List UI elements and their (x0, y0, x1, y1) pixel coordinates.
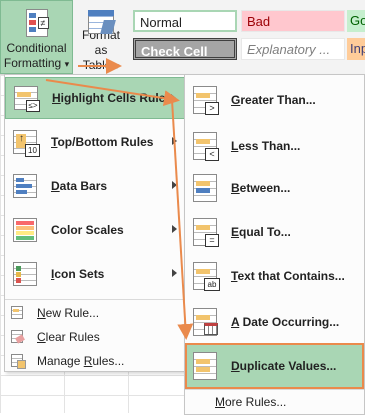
submenu-item-key: A (231, 315, 240, 329)
manage-rules-icon (11, 354, 26, 369)
color-scales-icon (13, 216, 39, 244)
conditional-formatting-button[interactable]: ≠ Conditional Formatting ▾ (0, 0, 73, 74)
between-icon (193, 172, 219, 204)
duplicate-values-icon (193, 350, 219, 382)
submenu-item-less-than[interactable]: < Less Than... (185, 123, 364, 169)
submenu-item-between[interactable]: Between... (185, 165, 364, 211)
menu-item-key: D (51, 179, 60, 193)
style-check-cell[interactable]: Check Cell (133, 38, 237, 60)
submenu-item-label: Date Occurring... (239, 315, 340, 329)
data-bars-icon (13, 172, 39, 200)
style-normal[interactable]: Normal (133, 10, 237, 32)
submenu-item-label: reater Than... (240, 93, 316, 107)
submenu-item-more-rules[interactable]: More Rules... (185, 391, 364, 413)
chevron-down-icon: ▾ (64, 59, 70, 69)
conditional-formatting-label-2: Formatting (3, 56, 62, 70)
highlight-cells-submenu: > Greater Than... < Less Than... Between… (184, 74, 365, 415)
greater-than-icon: > (193, 84, 219, 116)
menu-item-label: ew Rule... (45, 306, 100, 320)
submenu-arrow-icon (172, 181, 177, 189)
menu-item-label: con Sets (54, 267, 105, 281)
chevron-down-icon: ▾ (114, 61, 120, 71)
conditional-formatting-menu: ≤> Highlight Cells Rules ↑ 10 Top/Bottom… (4, 74, 186, 372)
menu-item-label: ighlight Cells Rules (60, 91, 173, 105)
menu-item-key: C (37, 330, 46, 344)
highlight-cells-icon: ≤> (14, 84, 40, 112)
date-occurring-icon (193, 306, 219, 338)
icon-sets-icon (13, 260, 39, 288)
equal-to-icon: = (193, 216, 219, 248)
menu-item-new-rule[interactable]: New Rule... (5, 301, 185, 325)
style-bad[interactable]: Bad (241, 10, 345, 32)
submenu-arrow-icon (171, 94, 176, 102)
menu-item-label: Manage (37, 354, 84, 368)
cell-styles-gallery: Normal Bad Go Check Cell Explanatory ...… (131, 6, 365, 66)
submenu-item-label: ess Than... (238, 139, 301, 153)
top-bottom-icon: ↑ 10 (13, 128, 40, 157)
menu-item-highlight-cells-rules[interactable]: ≤> Highlight Cells Rules (5, 77, 185, 119)
menu-item-label: op/Bottom Rules (57, 135, 154, 149)
submenu-item-duplicate-values[interactable]: Duplicate Values... (185, 343, 364, 389)
menu-item-key: N (37, 306, 46, 320)
less-than-icon: < (193, 130, 219, 162)
menu-item-label: ules... (92, 354, 125, 368)
submenu-item-equal-to[interactable]: = Equal To... (185, 209, 364, 255)
submenu-arrow-icon (172, 137, 177, 145)
submenu-item-label: ext that Contains... (237, 269, 345, 283)
menu-item-label: ata Bars (59, 179, 108, 193)
menu-item-label: Color Scales (51, 223, 124, 237)
submenu-item-text-that-contains[interactable]: ab Text that Contains... (185, 253, 364, 299)
format-as-table-label-2: Table (82, 58, 112, 72)
text-contains-icon: ab (193, 260, 220, 292)
style-explanatory[interactable]: Explanatory ... (241, 38, 345, 60)
menu-item-label: lear Rules (45, 330, 100, 344)
ribbon-styles-group: ≠ Conditional Formatting ▾ Format as Tab… (0, 0, 365, 75)
style-input[interactable]: Inp (347, 38, 365, 60)
submenu-item-key: D (231, 359, 240, 373)
top-ten-label: 10 (25, 144, 40, 157)
submenu-item-key: M (215, 395, 225, 409)
submenu-item-label: etween... (239, 181, 291, 195)
submenu-item-label: uplicate Values... (239, 359, 337, 373)
submenu-item-label: ore Rules... (225, 395, 287, 409)
format-as-table-icon (84, 6, 118, 34)
new-rule-icon (11, 306, 25, 320)
submenu-item-date-occurring[interactable]: A Date Occurring... (185, 299, 364, 345)
menu-item-data-bars[interactable]: Data Bars (5, 165, 185, 207)
submenu-item-key: G (231, 93, 241, 107)
menu-separator (185, 389, 364, 390)
submenu-item-key: E (231, 225, 240, 239)
menu-item-top-bottom-rules[interactable]: ↑ 10 Top/Bottom Rules (5, 121, 185, 163)
greater-symbol: > (205, 102, 219, 115)
less-symbol: < (205, 148, 219, 161)
format-as-table-button[interactable]: Format as Table ▾ (75, 0, 127, 74)
equal-symbol: = (205, 234, 219, 247)
menu-item-icon-sets[interactable]: Icon Sets (5, 253, 185, 295)
menu-item-key: H (52, 91, 61, 105)
submenu-item-greater-than[interactable]: > Greater Than... (185, 77, 364, 123)
menu-item-clear-rules[interactable]: Clear Rules (5, 325, 185, 349)
ab-symbol: ab (204, 278, 220, 291)
style-good[interactable]: Go (347, 10, 365, 32)
menu-item-manage-rules[interactable]: Manage Rules... (5, 349, 185, 373)
conditional-formatting-label-1: Conditional (6, 41, 67, 55)
menu-separator (5, 299, 185, 300)
conditional-formatting-icon: ≠ (20, 7, 54, 41)
clear-rules-icon (11, 330, 25, 344)
menu-item-color-scales[interactable]: Color Scales (5, 209, 185, 251)
submenu-item-key: B (231, 181, 240, 195)
submenu-arrow-icon (172, 269, 177, 277)
submenu-item-label: qual To... (239, 225, 291, 239)
submenu-arrow-icon (172, 225, 177, 233)
